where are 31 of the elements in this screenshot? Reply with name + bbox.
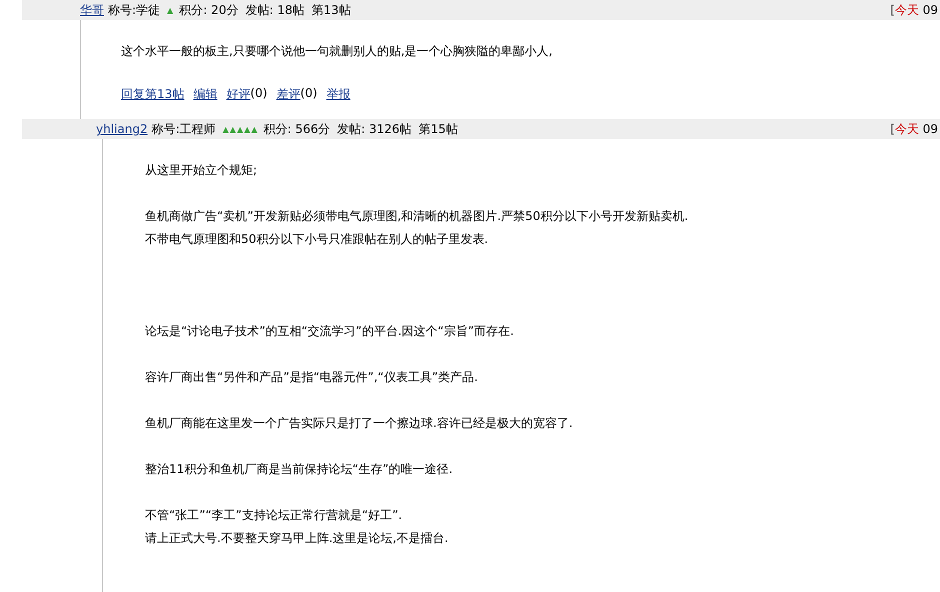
post-text: 容许厂商出售“另件和产品”是指“电器元件”,“仪表工具”类产品.: [145, 369, 479, 386]
post-time: [今天 09: [889, 2, 938, 18]
post-text: 这个水平一般的板主,只要哪个说他一句就删别人的贴,是一个心胸狭隘的卑鄙小人,: [121, 43, 554, 60]
rating-link[interactable]: 好评: [226, 86, 250, 103]
user-post-count: 发帖: 18帖: [245, 2, 304, 18]
user-score: 积分: 566分: [263, 120, 330, 138]
username-link[interactable]: yhliang2: [96, 122, 148, 136]
username-link[interactable]: 华哥: [80, 2, 104, 18]
post-time: [今天 09: [889, 120, 938, 138]
user-title: 称号:工程师: [152, 120, 216, 138]
rating-link[interactable]: 差评: [276, 86, 300, 103]
rank-triangles: ▲: [167, 6, 174, 14]
rating-count: (0): [300, 86, 318, 102]
post-text: 不管“张工”“李工”支持论坛正常行营就是“好工”.: [145, 507, 404, 524]
post-text: 请上正式大号.不要整天穿马甲上阵.这里是论坛,不是擂台.: [145, 530, 450, 547]
action-link[interactable]: 编辑: [193, 86, 218, 103]
user-post-count: 发帖: 3126帖: [337, 120, 412, 138]
post-text: 论坛是“讨论电子技术”的互相“交流学习”的平台.因这个“宗旨”而存在.: [145, 323, 515, 340]
action-link[interactable]: 举报: [326, 86, 350, 103]
post-text: 不带电气原理图和50积分以下小号只准跟帖在别人的帖子里发表.: [145, 231, 490, 248]
post-text: 整治11积分和鱼机厂商是当前保持论坛“生存”的唯一途径.: [145, 461, 454, 478]
post-text: 鱼机商做广告“卖机”开发新贴必须带电气原理图,和清晰的机器图片.严禁50积分以下小号开发新贴卖机.: [145, 208, 690, 225]
post-text: 从这里开始立个规矩;: [145, 162, 258, 179]
post-floor: 第13帖: [311, 2, 351, 18]
user-title: 称号:学徒: [108, 2, 160, 18]
rating-count: (0): [250, 86, 268, 102]
action-link[interactable]: 回复第13帖: [121, 86, 184, 103]
post-floor: 第15帖: [418, 120, 458, 138]
user-score: 积分: 20分: [179, 2, 238, 18]
rank-triangles: ▲▲▲▲▲: [222, 124, 258, 134]
post-text: 鱼机厂商能在这里发一个广告实际只是打了一个擦边球.容许已经是极大的宽容了.: [145, 415, 574, 432]
